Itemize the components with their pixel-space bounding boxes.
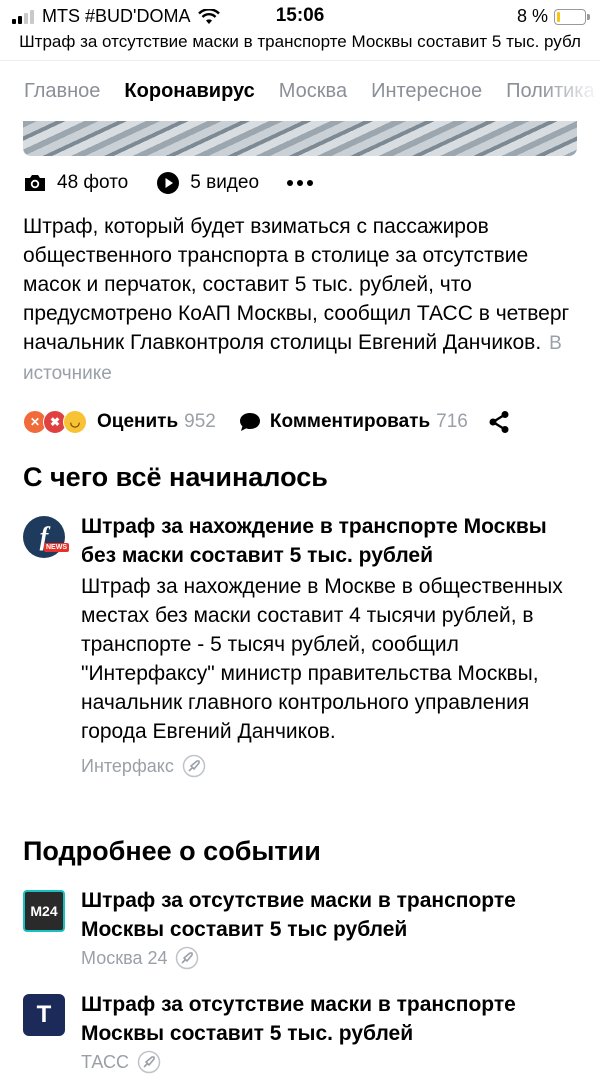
lead-text: Штраф, который будет взиматься с пассажи… — [23, 215, 570, 354]
rocket-icon — [176, 946, 199, 970]
photos-count: 48 фото — [57, 172, 129, 193]
videos-button[interactable]: 5 видео — [156, 171, 259, 195]
rate-button[interactable]: Оценить — [97, 411, 178, 433]
photos-button[interactable]: 48 фото — [23, 172, 128, 194]
comment-label: Комментировать — [269, 411, 431, 432]
tab-politics[interactable]: Политика — [506, 80, 595, 103]
tab-coronavirus[interactable]: Коронавирус — [124, 80, 254, 103]
tab-main[interactable]: Главное — [24, 80, 100, 103]
fnews-logo-tag: NEWS — [44, 543, 69, 552]
rocket-icon — [182, 754, 206, 778]
tass-logo: T — [23, 994, 65, 1036]
videos-count: 5 видео — [190, 172, 260, 193]
page-title: Штраф за отсутствие маски в транспорте М… — [19, 32, 581, 51]
battery-icon — [554, 8, 590, 25]
rate-count: 952 — [184, 411, 216, 432]
tab-interesting[interactable]: Интересное — [371, 80, 482, 103]
source-name: ТАСС — [81, 1051, 130, 1072]
play-icon — [157, 172, 180, 194]
comment-icon — [239, 413, 260, 431]
story-title[interactable]: Штраф за отсутствие маски в транспорте М… — [81, 990, 583, 1048]
category-tabs: Главное Коронавирус Москва Интересное По… — [0, 60, 600, 121]
status-bar: MTS #BUD'DOMA 15:06 8 % — [0, 0, 600, 32]
source-name: Интерфакс — [81, 755, 174, 776]
origin-story[interactable]: f NEWS Штраф за нахождение в транспорте … — [23, 512, 583, 778]
more-story-m24[interactable]: M24 Штраф за отсутствие маски в транспор… — [23, 886, 583, 970]
article-actions: ✕ ✖ ◡ Оценить 952 Комментировать 716 — [23, 404, 510, 440]
clock: 15:06 — [275, 5, 325, 26]
media-bar: 48 фото 5 видео — [23, 168, 341, 198]
section-origin-title: С чего всё начиналось — [23, 462, 328, 492]
comment-button[interactable]: Комментировать 716 — [238, 411, 468, 433]
share-button[interactable] — [488, 410, 510, 434]
camera-icon — [25, 175, 45, 191]
source-name: Москва 24 — [81, 947, 168, 968]
section-more-title: Подробнее о событии — [23, 836, 321, 866]
m24-logo: M24 — [23, 890, 65, 932]
story-title[interactable]: Штраф за нахождение в транспорте Москвы … — [81, 512, 583, 570]
fnews-logo: f NEWS — [23, 516, 69, 558]
story-text: Штраф за нахождение в Москве в обществен… — [81, 575, 563, 743]
more-story-tass[interactable]: T Штраф за отсутствие маски в транспорте… — [23, 990, 583, 1074]
tab-moscow[interactable]: Москва — [279, 80, 347, 103]
article-image[interactable] — [23, 121, 577, 156]
laughing-emoji-icon: ◡ — [63, 410, 87, 434]
article-lead: Штраф, который будет взиматься с пассажи… — [23, 212, 583, 388]
more-icon[interactable] — [287, 180, 314, 186]
battery-percent: 8 % — [516, 6, 548, 26]
story-source[interactable]: Интерфакс — [81, 754, 583, 778]
rocket-icon — [137, 1050, 161, 1074]
comment-count: 716 — [436, 411, 468, 432]
reactions-icon[interactable]: ✕ ✖ ◡ — [23, 410, 87, 434]
share-icon — [489, 411, 509, 433]
story-title[interactable]: Штраф за отсутствие маски в транспорте М… — [81, 886, 583, 944]
story-source[interactable]: Москва 24 — [81, 946, 583, 970]
story-source[interactable]: ТАСС — [81, 1050, 583, 1074]
battery-status: 8 % — [516, 6, 590, 27]
